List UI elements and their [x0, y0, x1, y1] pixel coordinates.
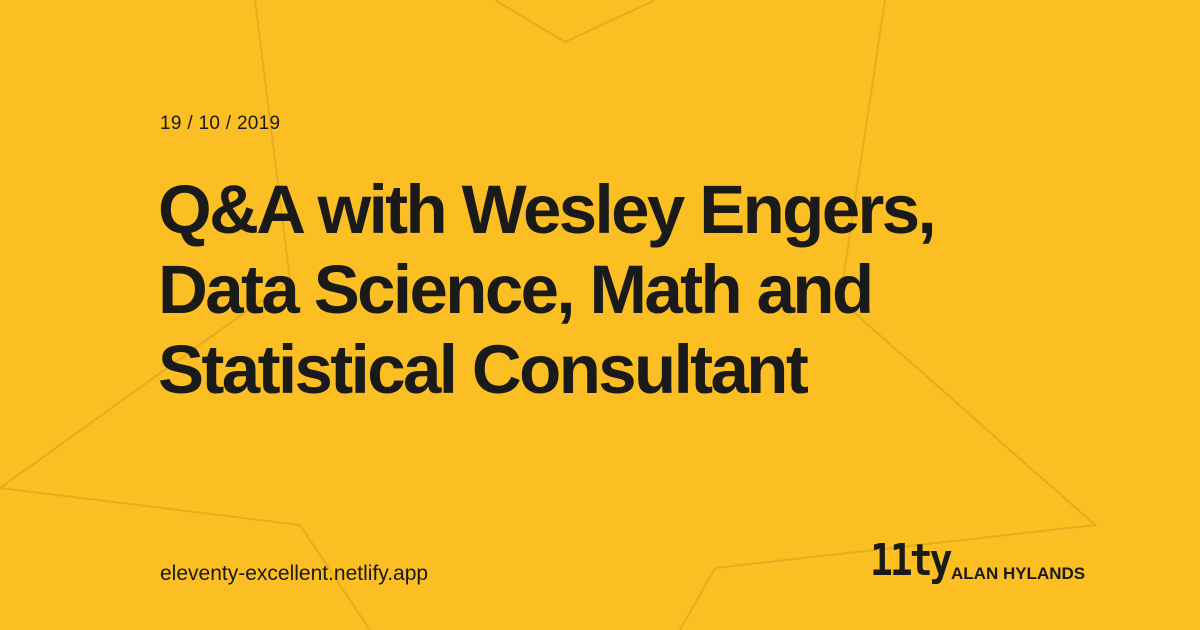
- title-line: Q&A with Wesley Engers,: [158, 171, 937, 248]
- eleventy-logo: 11ty: [870, 534, 952, 586]
- post-date: 19 / 10 / 2019: [160, 113, 281, 134]
- post-title: Q&A with Wesley Engers, Data Science, Ma…: [158, 170, 1118, 410]
- author-name: ALAN HYLANDS: [951, 564, 1086, 583]
- site-url: eleventy-excellent.netlify.app: [160, 562, 429, 585]
- title-line: Statistical Consultant: [158, 331, 809, 408]
- star-edge-top: [494, 0, 656, 44]
- title-line: Data Science, Math and: [158, 251, 874, 328]
